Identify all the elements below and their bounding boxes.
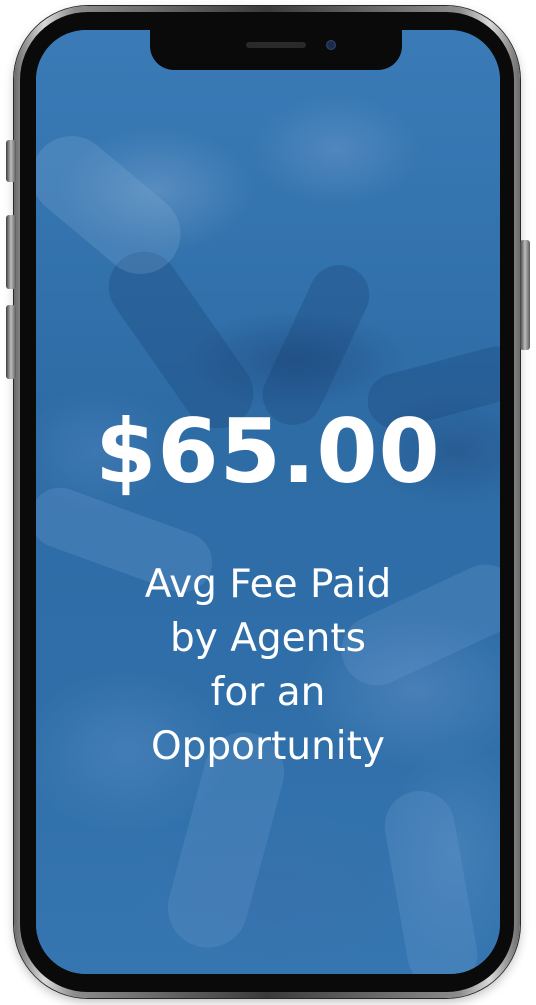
power-button bbox=[520, 240, 530, 350]
phone-notch bbox=[150, 30, 402, 70]
caption-line: Avg Fee Paid bbox=[144, 562, 392, 607]
caption-line: by Agents bbox=[170, 616, 366, 661]
volume-up-button bbox=[6, 215, 16, 289]
fee-amount: $65.00 bbox=[95, 400, 441, 503]
caption-line: for an bbox=[210, 670, 326, 715]
caption-line: Opportunity bbox=[150, 724, 386, 769]
camera-icon bbox=[326, 40, 336, 50]
phone-mockup: $65.00 Avg Fee Paid by Agents for an Opp… bbox=[0, 0, 536, 1005]
speaker-grille bbox=[246, 42, 306, 48]
volume-down-button bbox=[6, 305, 16, 379]
silent-switch bbox=[6, 140, 16, 182]
fee-caption: Avg Fee Paid by Agents for an Opportunit… bbox=[36, 558, 500, 774]
stat-content: $65.00 Avg Fee Paid by Agents for an Opp… bbox=[36, 30, 500, 974]
